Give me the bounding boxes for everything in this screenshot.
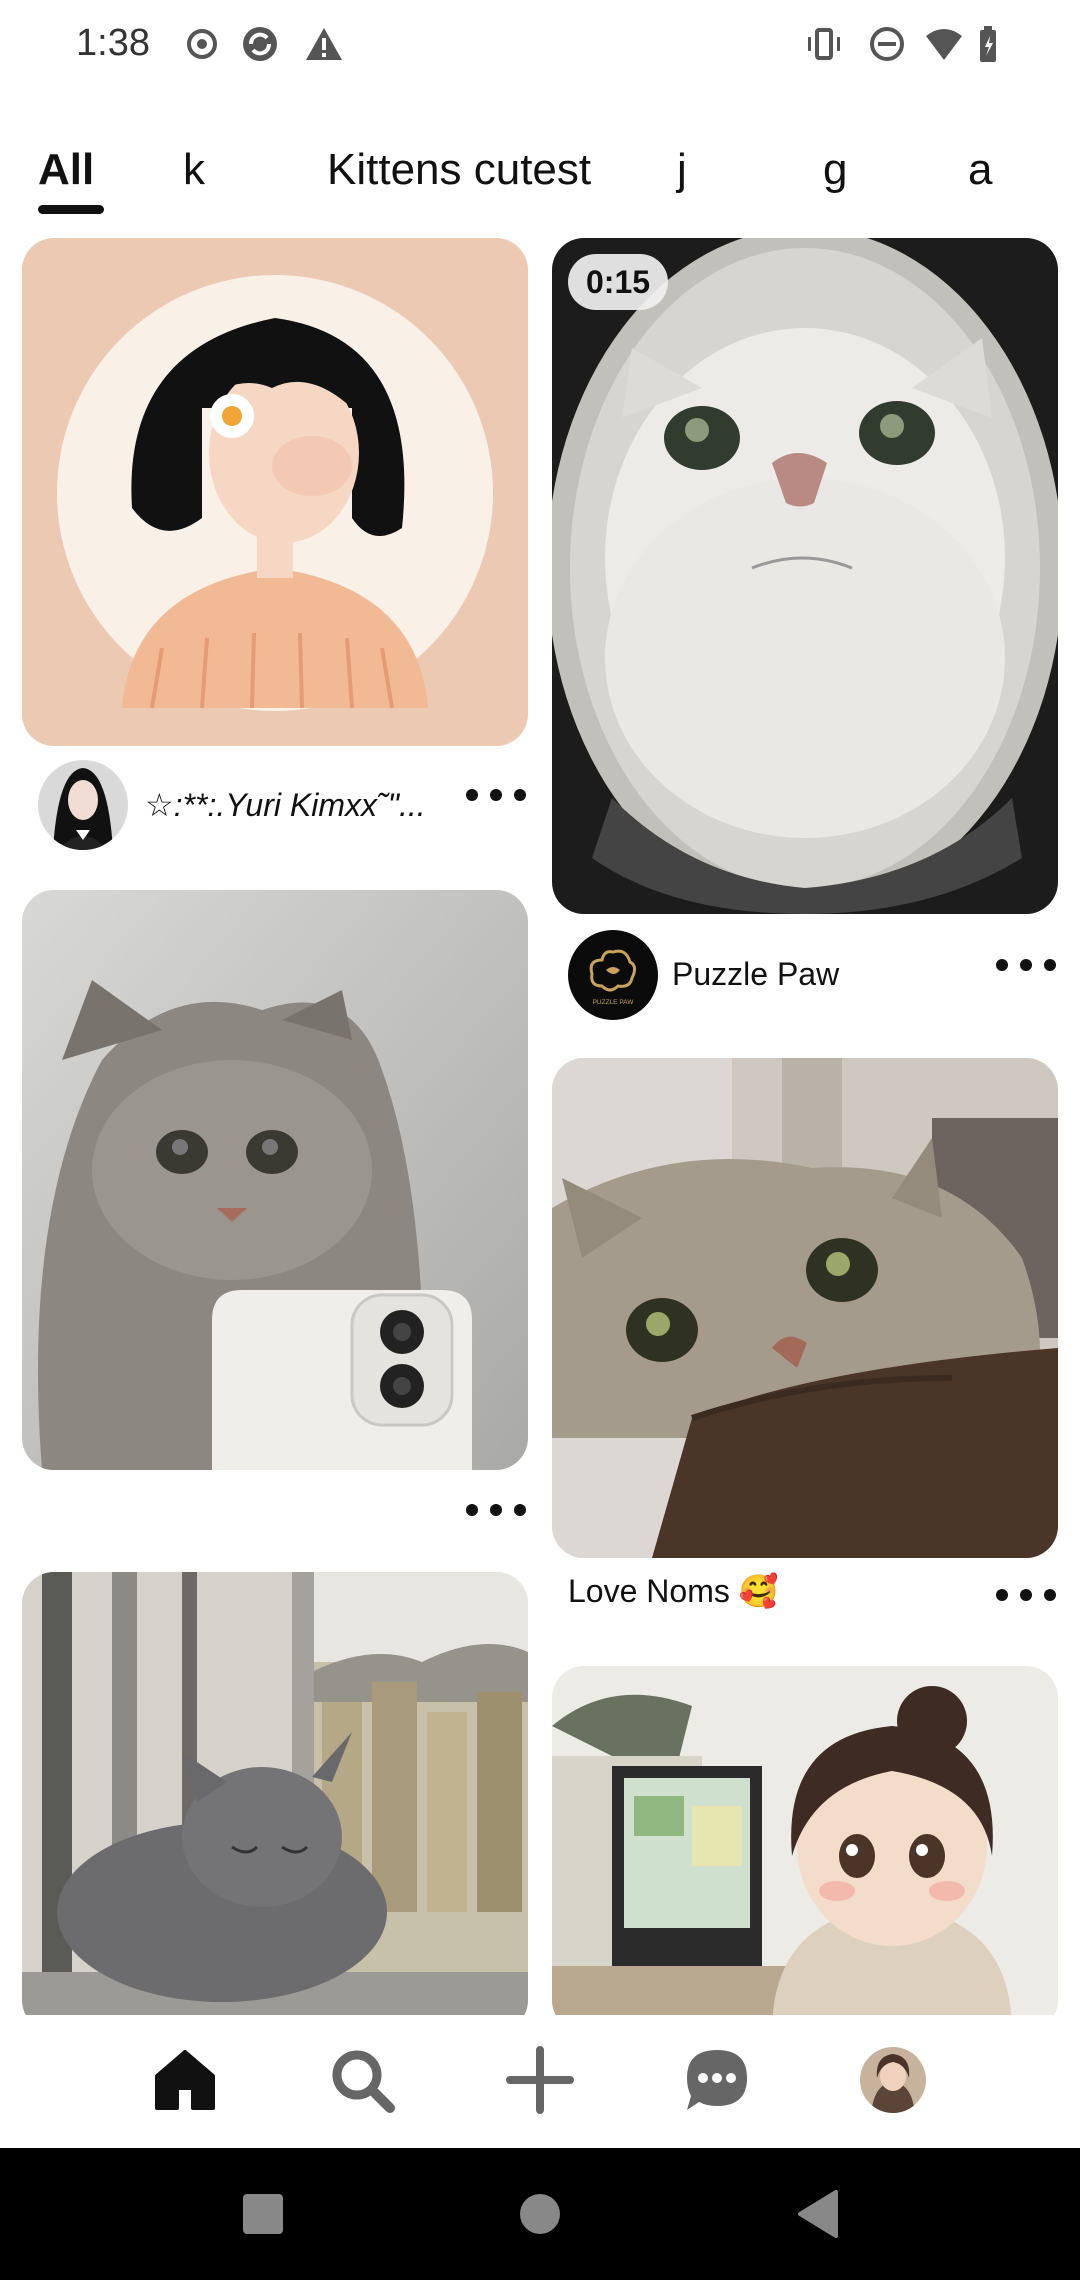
messages-icon[interactable]: [677, 2040, 757, 2120]
video-duration-badge: 0:15: [568, 254, 669, 310]
recents-button[interactable]: [233, 2184, 293, 2244]
more-options-button[interactable]: [996, 1580, 1056, 1610]
back-button[interactable]: [788, 2184, 848, 2244]
pin-image-computer-girl[interactable]: [552, 1666, 1058, 2015]
sync-icon: [240, 24, 280, 64]
dnd-icon: [867, 24, 907, 64]
home-button[interactable]: [510, 2184, 570, 2244]
pin-image-window-kitten[interactable]: [22, 1572, 528, 2015]
wifi-icon: [924, 24, 964, 64]
battery-icon: [972, 24, 1012, 64]
pin-image-phone-cat[interactable]: [22, 890, 528, 1470]
author-avatar[interactable]: PUZZLE PAW: [568, 930, 658, 1020]
record-icon: [182, 24, 222, 64]
status-bar: 1:38: [0, 0, 1080, 90]
profile-icon[interactable]: [853, 2040, 933, 2120]
pin-image-biting-cat[interactable]: [552, 1058, 1058, 1558]
bottom-navigation: [0, 2015, 1080, 2145]
system-navigation-bar: [0, 2148, 1080, 2280]
pin-title[interactable]: Love Noms 🥰: [568, 1572, 779, 1610]
author-name[interactable]: Puzzle Paw: [672, 956, 839, 993]
home-icon[interactable]: [145, 2040, 225, 2120]
author-avatar[interactable]: [38, 760, 128, 850]
more-options-button[interactable]: [996, 950, 1056, 980]
tab-k[interactable]: k: [183, 140, 205, 200]
more-options-button[interactable]: [466, 1495, 526, 1525]
alert-icon: [304, 24, 344, 64]
create-icon[interactable]: [500, 2040, 580, 2120]
author-name[interactable]: ☆:**:.Yuri Kimxx˜"...: [145, 786, 426, 824]
status-time: 1:38: [76, 22, 150, 64]
board-tabs: All k Kittens cutest j g a: [0, 140, 1080, 220]
pin-image-fisheye-cat[interactable]: [552, 238, 1058, 914]
search-icon[interactable]: [322, 2040, 402, 2120]
more-options-button[interactable]: [466, 780, 526, 810]
tab-kittens-cutest[interactable]: Kittens cutest: [327, 140, 591, 200]
tab-j[interactable]: j: [677, 140, 687, 200]
tab-g[interactable]: g: [823, 140, 847, 200]
avatar-logo-text: PUZZLE PAW: [593, 999, 635, 1006]
tab-selected-indicator: [38, 205, 104, 214]
pin-feed[interactable]: ☆:**:.Yuri Kimxx˜"... 0:15 PUZZLE PAW Pu…: [0, 230, 1080, 2015]
pin-image-girl-illustration[interactable]: [22, 238, 528, 746]
tab-all[interactable]: All: [38, 140, 94, 200]
vibrate-icon: [804, 24, 844, 64]
tab-a[interactable]: a: [968, 140, 992, 200]
